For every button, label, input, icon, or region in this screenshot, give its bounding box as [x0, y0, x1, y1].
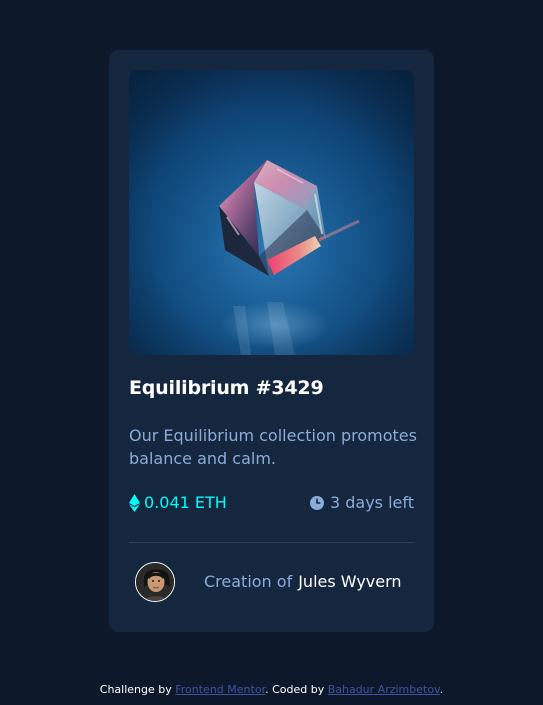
divider	[129, 542, 414, 543]
creator-prefix: Creation of	[204, 572, 293, 591]
creator-name-link[interactable]: Jules Wyvern	[298, 572, 401, 591]
price: 0.041 ETH	[129, 493, 227, 512]
avatar	[135, 562, 175, 602]
nft-image[interactable]	[129, 70, 414, 355]
nft-title[interactable]: Equilibrium #3429	[129, 377, 324, 399]
nft-card: Equilibrium #3429 Our Equilibrium collec…	[109, 50, 434, 632]
attribution-end: .	[439, 683, 444, 696]
price-time-row: 0.041 ETH 3 days left	[129, 493, 414, 517]
cube-illustration	[129, 70, 414, 355]
clock-icon	[309, 495, 324, 510]
price-value: 0.041 ETH	[144, 493, 227, 512]
challenge-prefix: Challenge by	[99, 683, 172, 696]
frontend-mentor-link[interactable]: Frontend Mentor	[175, 683, 265, 696]
time-left-value: 3 days left	[329, 493, 414, 512]
creator-row: Creation of Jules Wyvern	[135, 562, 415, 604]
coded-prefix: . Coded by	[265, 683, 325, 696]
creator-text: Creation of Jules Wyvern	[204, 572, 402, 591]
attribution: Challenge by Frontend Mentor. Coded by B…	[0, 683, 543, 696]
author-link[interactable]: Bahadur Arzimbetov	[328, 683, 440, 696]
time-left: 3 days left	[309, 493, 414, 512]
nft-description: Our Equilibrium collection promotes bala…	[129, 426, 417, 468]
ethereum-icon	[129, 493, 140, 512]
